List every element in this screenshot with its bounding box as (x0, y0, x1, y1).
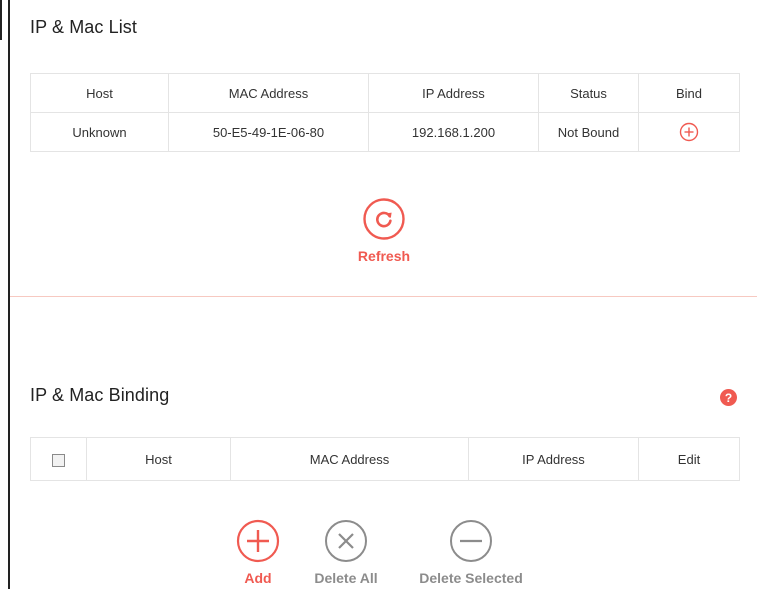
section-divider (10, 296, 757, 297)
ip-mac-binding-table: Host MAC Address IP Address Edit (30, 437, 740, 481)
cell-bind (638, 112, 740, 152)
refresh-icon (363, 198, 405, 240)
add-label[interactable]: Add (228, 570, 288, 586)
delete-all-label[interactable]: Delete All (306, 570, 386, 586)
column-header-ip-address: IP Address (368, 73, 539, 113)
plus-circle-icon (679, 122, 699, 142)
question-icon: ? (720, 389, 737, 406)
refresh-label[interactable]: Refresh (354, 248, 414, 264)
cell-mac-address: 50-E5-49-1E-06-80 (168, 112, 369, 152)
cell-ip-address: 192.168.1.200 (368, 112, 539, 152)
column-header-mac-address: MAC Address (168, 73, 369, 113)
window-right-border (0, 0, 2, 40)
column-header-edit: Edit (638, 437, 740, 481)
bind-button[interactable] (679, 122, 699, 142)
plus-circle-icon (236, 519, 280, 563)
cell-status: Not Bound (538, 112, 639, 152)
cell-host: Unknown (30, 112, 169, 152)
column-header-status: Status (538, 73, 639, 113)
refresh-button[interactable] (362, 197, 406, 246)
table-row: Unknown 50-E5-49-1E-06-80 192.168.1.200 … (30, 112, 740, 152)
ip-mac-list-table: Host MAC Address IP Address Status Bind … (30, 73, 740, 152)
column-header-host: Host (86, 437, 231, 481)
ip-mac-list-title: IP & Mac List (30, 17, 138, 37)
delete-selected-label[interactable]: Delete Selected (406, 570, 536, 586)
select-all-cell (30, 437, 87, 481)
ip-mac-binding-title: IP & Mac Binding (30, 385, 170, 405)
column-header-bind: Bind (638, 73, 740, 113)
select-all-checkbox[interactable] (52, 453, 65, 467)
help-button[interactable]: ? (720, 389, 737, 411)
svg-text:?: ? (725, 391, 732, 405)
column-header-ip-address: IP Address (468, 437, 639, 481)
x-circle-icon (325, 520, 367, 562)
table-header-row: Host MAC Address IP Address Edit (30, 437, 740, 481)
delete-selected-button[interactable] (449, 519, 493, 568)
column-header-host: Host (30, 73, 169, 113)
add-button[interactable] (236, 519, 280, 568)
table-header-row: Host MAC Address IP Address Status Bind (30, 73, 740, 113)
column-header-mac-address: MAC Address (230, 437, 469, 481)
minus-circle-icon (450, 520, 492, 562)
delete-all-button[interactable] (324, 519, 368, 568)
window-left-border (8, 0, 10, 589)
